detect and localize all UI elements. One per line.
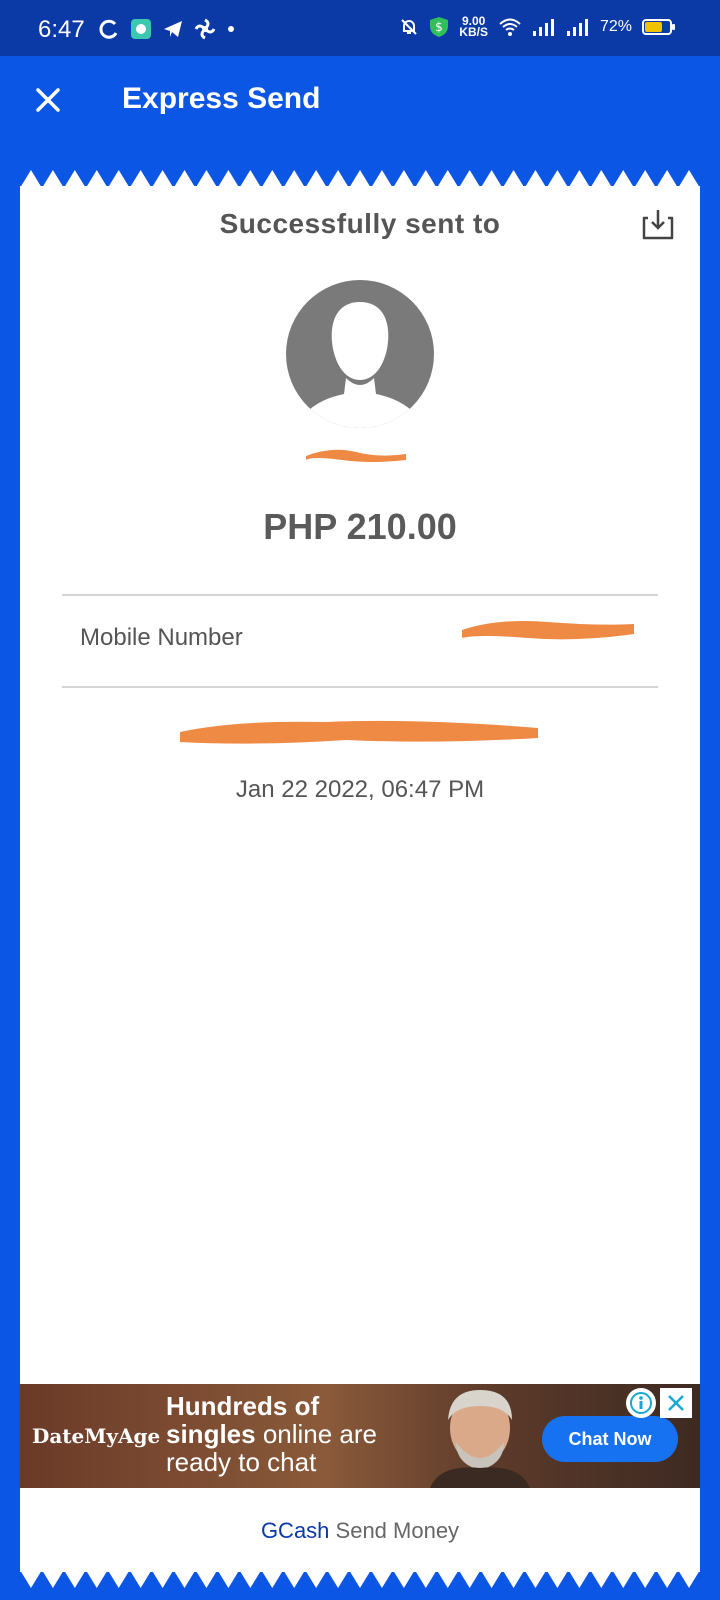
svg-text:$: $ xyxy=(435,20,443,34)
divider xyxy=(62,594,658,596)
ad-banner[interactable]: DateMyAge Hundreds of singles online are… xyxy=(20,1384,700,1488)
receipt-bottom-edge xyxy=(20,1570,700,1588)
reference-number-redaction xyxy=(180,720,538,744)
receipt-footer: GCash Send Money xyxy=(20,1518,700,1544)
ad-chat-now-button[interactable]: Chat Now xyxy=(542,1416,678,1462)
ad-line-2-bold: singles xyxy=(166,1419,256,1449)
receipt-card: Successfully sent to PHP 210.00 Mobile N… xyxy=(20,186,700,1572)
mobile-number-label: Mobile Number xyxy=(80,624,243,651)
network-speed: 9.00 KB/S xyxy=(459,15,488,39)
refresh-app-icon xyxy=(99,19,118,39)
avatar xyxy=(286,280,434,428)
success-title: Successfully sent to xyxy=(219,208,501,239)
app-header: Express Send xyxy=(0,56,720,156)
battery-percent: 72% xyxy=(599,18,632,35)
ad-photo xyxy=(430,1390,530,1488)
telegram-icon xyxy=(164,21,182,37)
wifi-icon xyxy=(499,18,521,36)
signal-2-icon xyxy=(566,19,588,36)
footer-brand: GCash xyxy=(260,1518,330,1543)
fan-app-icon xyxy=(194,18,216,40)
transaction-datetime: Jan 22 2022, 06:47 PM xyxy=(235,776,485,803)
battery-icon xyxy=(642,19,675,35)
ad-line-2-light: online are xyxy=(255,1419,378,1449)
footer-text: Send Money xyxy=(329,1518,460,1543)
ad-close-icon[interactable] xyxy=(660,1388,692,1418)
signal-icon xyxy=(532,19,554,36)
speed-unit: KB/S xyxy=(459,25,488,39)
page-title: Express Send xyxy=(122,82,321,115)
notification-icons xyxy=(98,18,236,40)
close-icon[interactable] xyxy=(30,82,66,118)
ad-headline: Hundreds of singles online are ready to … xyxy=(166,1392,377,1476)
status-right: $ 9.00 KB/S 72% xyxy=(399,15,675,39)
shield-dollar-icon: $ xyxy=(430,17,449,37)
status-time: 6:47 xyxy=(38,16,85,43)
mobile-number-redaction xyxy=(462,621,634,640)
ad-info-icon[interactable] xyxy=(626,1388,656,1418)
recipient-name-redaction xyxy=(306,449,406,462)
ad-line-3: ready to chat xyxy=(166,1447,317,1477)
divider xyxy=(62,686,658,688)
bell-off-icon xyxy=(401,19,418,35)
chat-app-icon xyxy=(131,19,151,39)
download-icon[interactable] xyxy=(640,206,676,242)
dot-icon xyxy=(228,26,234,32)
ad-brand: DateMyAge xyxy=(32,1424,161,1448)
status-bar: 6:47 $ 9.00 KB/S 72% xyxy=(0,0,720,56)
amount-sent: PHP 210.00 xyxy=(263,506,457,547)
ad-line-1: Hundreds of xyxy=(166,1391,320,1421)
